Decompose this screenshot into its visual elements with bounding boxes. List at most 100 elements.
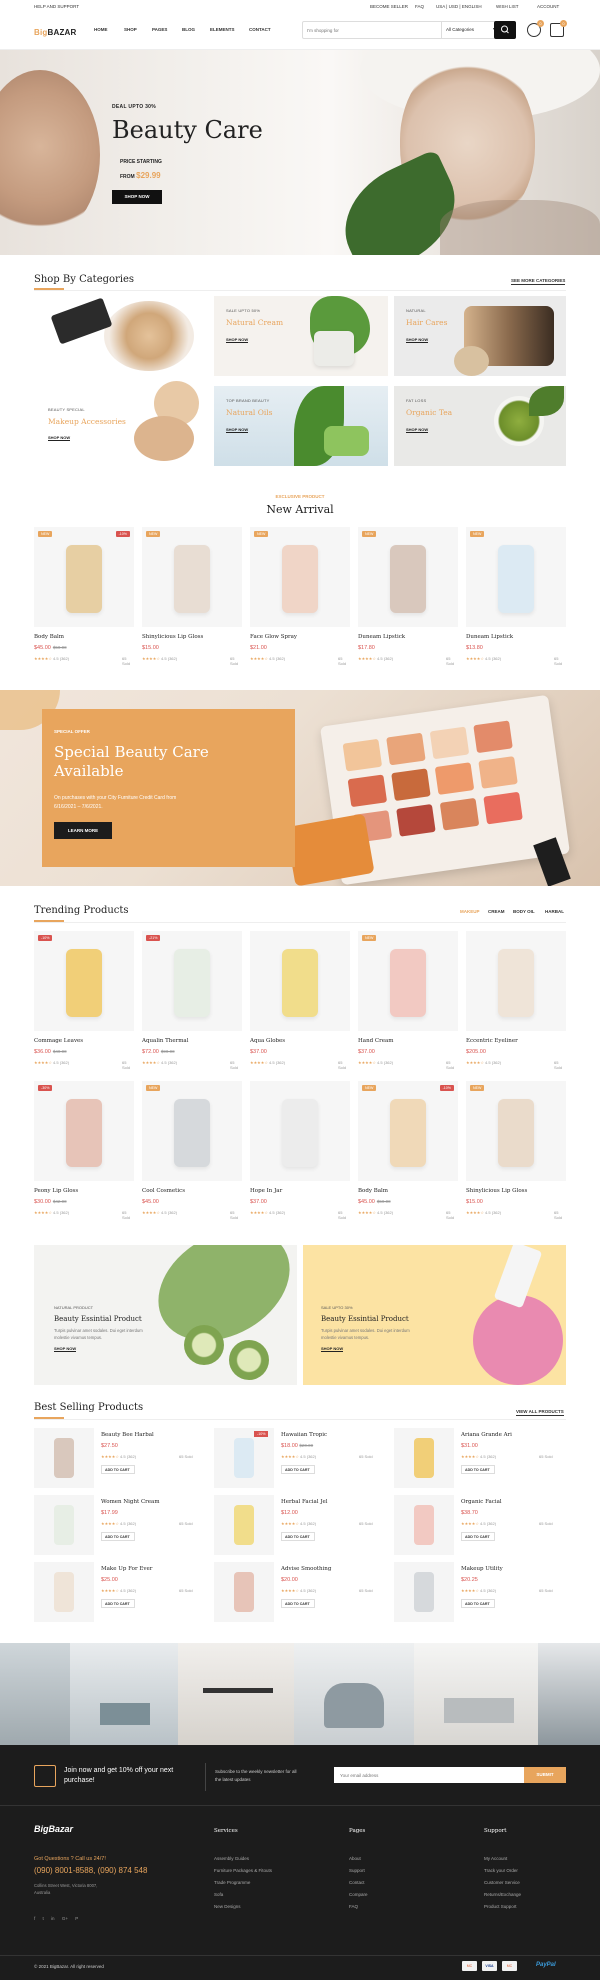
footer-link[interactable]: Support — [349, 1868, 365, 1873]
product-image[interactable] — [466, 931, 566, 1031]
best-selling-item[interactable]: -10% Hawaiian Tropic $18.00 $20.00 ★★★★☆ 4.… — [214, 1428, 384, 1490]
nav-home[interactable]: HOME — [94, 27, 108, 32]
search-input[interactable] — [307, 25, 437, 35]
product-name[interactable]: Hand Cream — [358, 1038, 393, 1044]
tab-harbal[interactable]: HARBAL — [545, 909, 564, 914]
locale-selector[interactable]: USA | USD | ENGLISH — [436, 4, 482, 9]
product-name[interactable]: Herbal Facial Jel — [281, 1499, 328, 1505]
tile-shop-now[interactable]: SHOP NOW — [406, 427, 429, 433]
footer-link[interactable]: Customer Service — [484, 1880, 520, 1885]
newsletter-email-input[interactable] — [334, 1767, 524, 1783]
product-image[interactable] — [34, 1562, 94, 1622]
product-name[interactable]: Shinylicious Lip Gloss — [142, 634, 203, 640]
best-selling-item[interactable]: Ariana Grande Ari $31.00 ★★★★☆ 4.5 (362) 65… — [394, 1428, 564, 1490]
product-name[interactable]: Body Balm — [34, 634, 64, 640]
site-logo[interactable]: BigBAZAR — [34, 28, 77, 37]
product-name[interactable]: Aqualin Thermal — [142, 1038, 188, 1044]
product-name[interactable]: Face Glow Spray — [250, 634, 297, 640]
add-to-cart-button[interactable]: ADD TO CART — [281, 1599, 315, 1608]
best-selling-item[interactable]: Make Up For Ever $25.00 ★★★★☆ 4.5 (362) 65 … — [34, 1562, 204, 1624]
best-selling-item[interactable]: Women Night Cream $17.99 ★★★★☆ 4.5 (362) 65… — [34, 1495, 204, 1557]
product-image[interactable] — [34, 931, 134, 1031]
best-selling-item[interactable]: Organic Facial $38.70 ★★★★☆ 4.5 (362) 65 So… — [394, 1495, 564, 1557]
footer-logo[interactable]: BigBazar — [34, 1824, 73, 1834]
product-name[interactable]: Hope In Jar — [250, 1188, 282, 1194]
faq-link[interactable]: FAQ — [415, 4, 424, 9]
footer-link[interactable]: New Designs — [214, 1904, 241, 1909]
google-plus-icon[interactable]: G+ — [62, 1916, 68, 1921]
banner-shop-now[interactable]: SHOP NOW — [321, 1346, 344, 1352]
twitter-icon[interactable]: t — [43, 1916, 44, 1921]
product-image[interactable] — [214, 1562, 274, 1622]
search-button[interactable] — [494, 21, 516, 39]
view-all-products-link[interactable]: VIEW ALL PRODUCTS — [516, 1409, 564, 1416]
footer-link[interactable]: About — [349, 1856, 361, 1861]
best-selling-item[interactable]: Advise Smoothing $20.00 ★★★★☆ 4.5 (362) 65 … — [214, 1562, 384, 1624]
add-to-cart-button[interactable]: ADD TO CART — [101, 1599, 135, 1608]
product-image[interactable] — [358, 931, 458, 1031]
product-name[interactable]: Organic Facial — [461, 1499, 502, 1505]
best-selling-item[interactable]: Makeup Utility $20.25 ★★★★☆ 4.5 (362) 65 So… — [394, 1562, 564, 1624]
product-name[interactable]: Advise Smoothing — [281, 1566, 331, 1572]
category-select[interactable]: All Categories▾ — [441, 22, 499, 38]
footer-link[interactable]: FAQ — [349, 1904, 358, 1909]
tab-body-oil[interactable]: BODY OIL — [513, 909, 535, 914]
product-image[interactable] — [466, 1081, 566, 1181]
product-image[interactable] — [34, 1495, 94, 1555]
product-name[interactable]: Shinylicious Lip Gloss — [466, 1188, 527, 1194]
footer-link[interactable]: Trade Programme — [214, 1880, 250, 1885]
help-support-link[interactable]: HELP AND SUPPORT — [34, 4, 79, 9]
facebook-icon[interactable]: f — [34, 1916, 35, 1921]
product-image[interactable] — [358, 527, 458, 627]
product-name[interactable]: Aqua Globes — [250, 1038, 285, 1044]
product-image[interactable] — [250, 1081, 350, 1181]
account-link[interactable]: ACCOUNT — [537, 4, 559, 9]
pinterest-icon[interactable]: P — [75, 1916, 78, 1921]
product-name[interactable]: Duneam Lipstick — [466, 634, 513, 640]
product-image[interactable] — [466, 527, 566, 627]
product-name[interactable]: Body Balm — [358, 1188, 388, 1194]
category-tile-makeup[interactable]: BEAUTY SPECIAL Makeup Accessories SHOP N… — [34, 296, 206, 466]
product-name[interactable]: Women Night Cream — [101, 1499, 160, 1505]
add-to-cart-button[interactable]: ADD TO CART — [101, 1532, 135, 1541]
add-to-cart-button[interactable]: ADD TO CART — [461, 1465, 495, 1474]
best-selling-item[interactable]: Beauty Bee Harbal $27.50 ★★★★☆ 4.5 (362) 65… — [34, 1428, 204, 1490]
add-to-cart-button[interactable]: ADD TO CART — [281, 1465, 315, 1474]
footer-link[interactable]: Furniture Packages & Fitouts — [214, 1868, 272, 1873]
learn-more-button[interactable]: LEARN MORE — [54, 822, 112, 839]
tile-shop-now[interactable]: SHOP NOW — [226, 337, 249, 343]
add-to-cart-button[interactable]: ADD TO CART — [281, 1532, 315, 1541]
see-more-categories-link[interactable]: SEE MORE CATEGORIES — [511, 278, 566, 285]
footer-link[interactable]: Assembly Guides — [214, 1856, 249, 1861]
nav-elements[interactable]: ELEMENTS — [210, 27, 235, 32]
tab-cream[interactable]: CREAM — [488, 909, 505, 914]
product-name[interactable]: Eccentric Eyeliner — [466, 1038, 518, 1044]
nav-shop[interactable]: SHOP — [124, 27, 137, 32]
footer-link[interactable]: Track your Order — [484, 1868, 518, 1873]
footer-link[interactable]: My Account — [484, 1856, 507, 1861]
product-name[interactable]: Make Up For Ever — [101, 1566, 152, 1572]
linkedin-icon[interactable]: in — [51, 1916, 55, 1921]
become-seller-link[interactable]: BECOME SELLER — [370, 4, 408, 9]
banner-shop-now[interactable]: SHOP NOW — [54, 1346, 77, 1352]
product-name[interactable]: Hawaiian Tropic — [281, 1432, 327, 1438]
category-tile-hair-cares[interactable]: NATURAL Hair Cares SHOP NOW — [394, 296, 566, 376]
product-image[interactable] — [250, 527, 350, 627]
product-name[interactable]: Cool Cosmetics — [142, 1188, 185, 1194]
add-to-cart-button[interactable]: ADD TO CART — [101, 1465, 135, 1474]
hero-shop-now-button[interactable]: SHOP NOW — [112, 190, 162, 204]
product-image[interactable] — [214, 1495, 274, 1555]
product-image[interactable] — [142, 931, 242, 1031]
product-image[interactable] — [250, 931, 350, 1031]
category-tile-organic-tea[interactable]: FAT LOSS Organic Tea SHOP NOW — [394, 386, 566, 466]
nav-contact[interactable]: CONTACT — [249, 27, 271, 32]
product-image[interactable] — [394, 1495, 454, 1555]
tile-shop-now[interactable]: SHOP NOW — [406, 337, 429, 343]
footer-link[interactable]: Compare — [349, 1892, 368, 1897]
add-to-cart-button[interactable]: ADD TO CART — [461, 1599, 495, 1608]
product-name[interactable]: Commage Leaves — [34, 1038, 83, 1044]
nav-blog[interactable]: BLOG — [182, 27, 195, 32]
footer-link[interactable]: Product Support — [484, 1904, 517, 1909]
product-name[interactable]: Ariana Grande Ari — [461, 1432, 512, 1438]
category-tile-natural-oils[interactable]: TOP BRAND BEAUTY Natural Oils SHOP NOW — [214, 386, 388, 466]
